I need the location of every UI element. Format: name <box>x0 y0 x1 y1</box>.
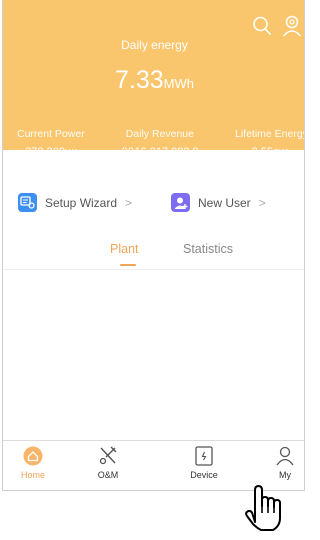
setup-wizard-icon <box>18 193 37 212</box>
new-user-label: New User <box>198 195 251 210</box>
chevron-right-icon: > <box>258 195 266 210</box>
tab-plant[interactable]: Plant <box>110 242 139 256</box>
new-user-icon <box>171 193 190 212</box>
daily-energy-unit: MWh <box>163 76 194 91</box>
quick-actions: Setup Wizard > New User > <box>3 193 304 223</box>
carousel-dot <box>153 152 156 155</box>
active-tab-indicator <box>120 264 136 266</box>
energy-summary-panel: Daily energy 7.33MWh Current Power 378.2… <box>3 0 305 158</box>
setup-wizard-label: Setup Wizard <box>45 195 118 210</box>
search-icon[interactable] <box>252 15 272 37</box>
carousel-dot <box>144 152 147 155</box>
daily-energy-label: Daily energy <box>121 38 188 52</box>
home-icon <box>23 445 43 467</box>
nav-device[interactable]: Device <box>179 445 229 480</box>
nav-label: O&M <box>97 470 119 480</box>
daily-energy-number: 7.33 <box>114 66 164 94</box>
daily-energy-value: 7.33MWh <box>3 66 304 95</box>
user-profile-icon[interactable] <box>282 15 302 37</box>
nav-my[interactable]: My <box>260 445 304 480</box>
new-user-button[interactable]: New User > <box>171 193 266 212</box>
carousel-dot <box>162 152 165 155</box>
user-icon <box>275 445 295 467</box>
stat-label: Current Power <box>17 128 85 140</box>
nav-label: My <box>279 470 291 480</box>
nav-label: Home <box>20 470 45 480</box>
header-actions <box>252 15 302 37</box>
stat-label: Daily Revenue <box>125 128 194 140</box>
nav-home[interactable]: Home <box>8 445 58 480</box>
setup-wizard-button[interactable]: Setup Wizard > <box>18 193 132 212</box>
tab-statistics[interactable]: Statistics <box>183 242 233 256</box>
nav-om[interactable]: O&M <box>83 445 133 480</box>
tap-hand-cursor-icon <box>241 482 287 534</box>
divider <box>3 269 304 270</box>
carousel-indicator[interactable] <box>3 142 304 160</box>
tools-icon <box>98 445 118 467</box>
app-screen: Daily energy 7.33MWh Current Power 378.2… <box>2 0 305 491</box>
nav-label: Device <box>190 470 218 480</box>
device-icon <box>194 445 214 467</box>
stat-label: Lifetime Energy <box>235 128 305 140</box>
chevron-right-icon: > <box>125 195 133 210</box>
content-tabs: Plant Statistics <box>3 242 304 268</box>
